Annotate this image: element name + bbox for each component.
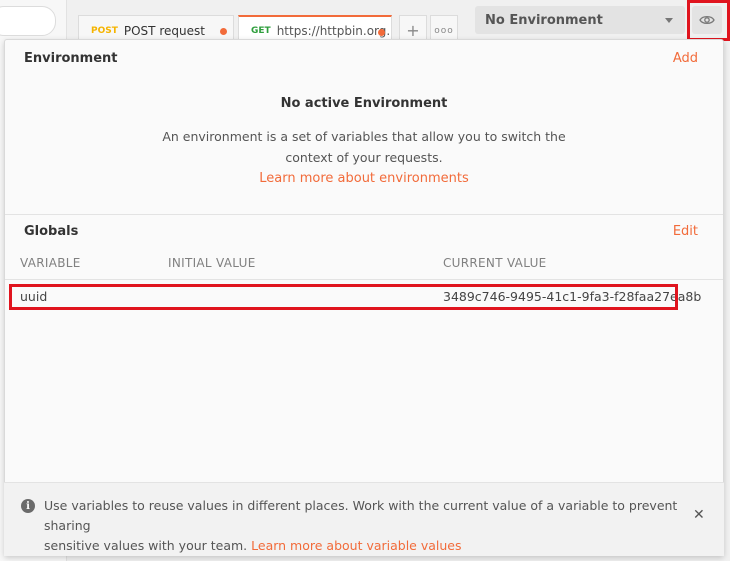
highlight-box-eye — [687, 0, 730, 41]
unsaved-dot-icon — [378, 29, 385, 36]
no-environment-heading: No active Environment — [280, 96, 448, 111]
tab-title: https://httpbin.org... — [276, 24, 392, 38]
learn-variable-values-link[interactable]: Learn more about variable values — [251, 538, 461, 553]
learn-environments-link-text[interactable]: Learn more about environments — [259, 171, 468, 186]
info-icon: i — [21, 499, 35, 513]
environment-description-line: context of your requests. — [285, 150, 443, 165]
add-environment-link[interactable]: Add — [673, 51, 698, 66]
highlight-box-uuid-row — [9, 284, 678, 310]
globals-section-title: Globals — [24, 224, 79, 239]
ellipsis-icon: ooo — [434, 25, 454, 36]
environment-section-title: Environment — [24, 51, 118, 66]
environment-select[interactable]: No Environment — [475, 6, 685, 34]
close-icon[interactable]: ✕ — [693, 507, 705, 523]
unsaved-dot-icon — [220, 28, 227, 35]
chevron-down-icon — [665, 18, 673, 23]
info-glyph: i — [26, 500, 30, 512]
footer-text-line2: sensitive values with your team. Learn m… — [44, 536, 684, 556]
column-header-initial-value: INITIAL VALUE — [168, 256, 256, 270]
environment-description-line: An environment is a set of variables tha… — [162, 129, 566, 144]
table-header-divider — [5, 279, 723, 280]
edit-globals-link[interactable]: Edit — [673, 224, 698, 239]
column-header-variable: VARIABLE — [20, 256, 81, 270]
column-header-current-value: CURRENT VALUE — [443, 256, 547, 270]
learn-environments-link: Learn more about environments — [5, 171, 723, 186]
footer-text-line: Use variables to reuse values in differe… — [44, 498, 678, 533]
footer-text: Use variables to reuse values in differe… — [44, 496, 684, 556]
tab-title: POST request — [123, 23, 205, 38]
environment-select-value: No Environment — [485, 12, 603, 28]
tab-method-label: GET — [251, 26, 271, 36]
tab-method-label: POST — [91, 25, 118, 36]
plus-icon: + — [406, 21, 420, 40]
section-divider — [5, 214, 723, 215]
environment-description: An environment is a set of variables tha… — [5, 126, 723, 168]
sidebar-search-input[interactable] — [0, 6, 56, 36]
footer-text-segment: sensitive values with your team. — [44, 538, 248, 553]
variables-info-footer: i Use variables to reuse values in diffe… — [4, 482, 724, 556]
